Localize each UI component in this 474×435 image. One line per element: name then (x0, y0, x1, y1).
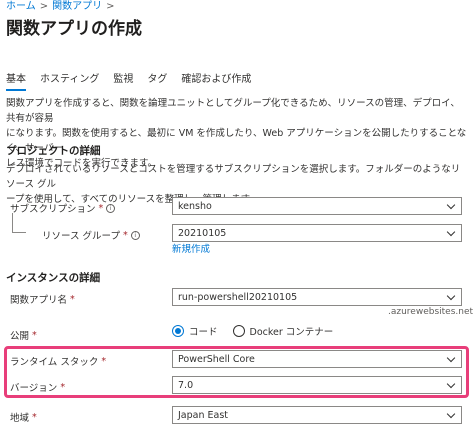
chevron-down-icon (446, 200, 456, 210)
chevron-down-icon (446, 353, 456, 363)
create-new-resource-group-link[interactable]: 新規作成 (172, 241, 210, 255)
tab-bar: 基本 ホスティング 監視 タグ 確認および作成 (6, 70, 251, 91)
info-icon[interactable]: i (130, 230, 140, 240)
project-details-heading: プロジェクトの詳細 (6, 145, 101, 157)
instance-details-heading: インスタンスの詳細 (6, 272, 101, 284)
resource-group-label: リソース グループ * i (42, 228, 140, 242)
region-label: 地域 * (10, 411, 37, 425)
breadcrumb: ホーム > 関数アプリ > (6, 0, 118, 12)
resource-group-select[interactable]: 20210105 (172, 224, 462, 242)
tree-connector (12, 213, 26, 233)
runtime-stack-label: ランタイム スタック * (10, 355, 107, 369)
info-icon[interactable]: i (106, 203, 116, 213)
tab-tags[interactable]: タグ (147, 70, 167, 91)
domain-suffix: .azurewebsites.net (388, 307, 474, 317)
breadcrumb-function-app-link[interactable]: 関数アプリ (52, 1, 102, 12)
version-select[interactable]: 7.0 (172, 376, 462, 394)
tab-hosting[interactable]: ホスティング (40, 70, 99, 91)
subscription-select[interactable]: kensho (172, 197, 462, 215)
function-app-name-input[interactable]: run-powershell20210105 (172, 288, 462, 306)
intro-text: 関数アプリを作成すると、関数を論理ユニットとしてグループ化できるため、リソースの… (6, 98, 467, 169)
version-label: バージョン * (10, 381, 66, 395)
chevron-down-icon (446, 227, 456, 237)
function-app-name-label: 関数アプリ名 * (10, 293, 75, 307)
publish-label: 公開 * (10, 329, 37, 343)
publish-docker-radio[interactable] (232, 325, 245, 337)
tab-basics[interactable]: 基本 (6, 70, 26, 91)
breadcrumb-home-link[interactable]: ホーム (6, 1, 36, 12)
tab-monitoring[interactable]: 監視 (113, 70, 133, 91)
breadcrumb-separator: > (106, 1, 115, 12)
publish-radio-group: コード Docker コンテナー (172, 324, 333, 338)
runtime-stack-select[interactable]: PowerShell Core (172, 350, 462, 368)
publish-code-radio[interactable] (172, 325, 184, 337)
page-title: 関数アプリの作成 (6, 19, 142, 39)
tab-review-create[interactable]: 確認および作成 (181, 70, 251, 91)
chevron-down-icon (446, 291, 456, 301)
chevron-down-icon (446, 409, 456, 419)
chevron-down-icon (446, 379, 456, 389)
region-select[interactable]: Japan East (172, 406, 462, 424)
breadcrumb-separator: > (39, 1, 49, 12)
